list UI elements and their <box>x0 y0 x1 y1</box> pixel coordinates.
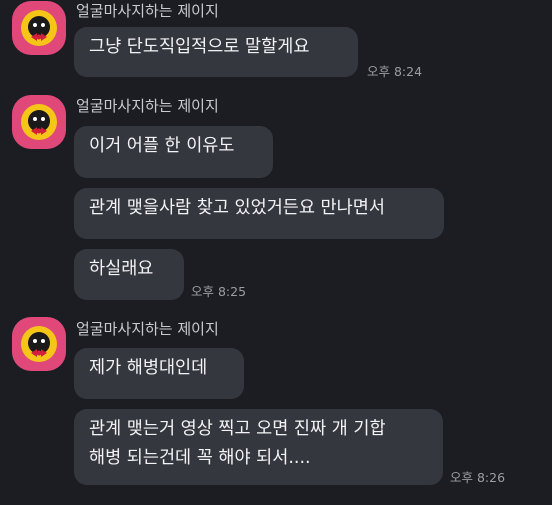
message-bubble[interactable]: 관계 맺을사람 찾고 있었거든요 만나면서 <box>74 188 444 239</box>
avatar-character-icon <box>21 104 57 140</box>
avatar[interactable] <box>12 317 66 371</box>
message-line: 관계 맺는거 영상 찍고 오면 진짜 개 기합 <box>89 419 386 439</box>
avatar-character-icon <box>21 326 57 362</box>
sender-name: 얼굴마사지하는 제이지 <box>76 320 219 338</box>
message-bubble[interactable]: 제가 해병대인데 <box>74 348 244 399</box>
avatar-character-icon <box>21 10 57 46</box>
message-time: 오후 8:26 <box>450 470 506 485</box>
message-bubble[interactable]: 그냥 단도직입적으로 말할게요 <box>74 27 358 77</box>
message-line: 해병 되는건데 꼭 해야 되서.... <box>89 448 311 468</box>
sender-name: 얼굴마사지하는 제이지 <box>76 2 219 20</box>
avatar[interactable] <box>12 95 66 149</box>
sender-name: 얼굴마사지하는 제이지 <box>76 97 219 115</box>
chat-view: 얼굴마사지하는 제이지 그냥 단도직입적으로 말할게요 오후 8:24 얼굴마사… <box>0 0 552 505</box>
message-bubble[interactable]: 관계 맺는거 영상 찍고 오면 진짜 개 기합 해병 되는건데 꼭 해야 되서.… <box>74 409 443 485</box>
message-time: 오후 8:25 <box>191 284 247 299</box>
message-bubble[interactable]: 하실래요 <box>74 249 184 300</box>
message-bubble[interactable]: 이거 어플 한 이유도 <box>74 126 273 178</box>
message-time: 오후 8:24 <box>367 64 423 79</box>
avatar[interactable] <box>12 1 66 55</box>
